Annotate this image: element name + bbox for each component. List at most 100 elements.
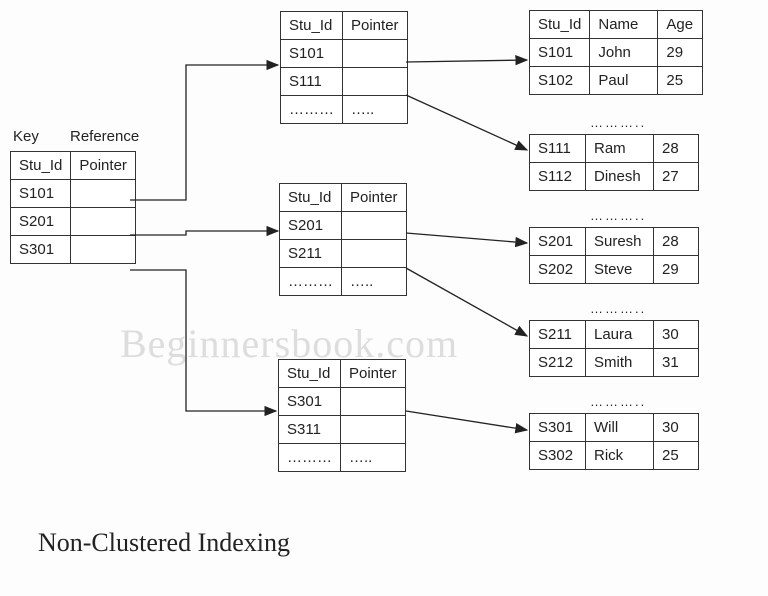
reference-header-label: Reference (70, 128, 139, 145)
cell-header-stuid: Stu_Id (11, 152, 71, 180)
separator-dots: ……….. (590, 301, 646, 316)
table-row: S311 (279, 416, 406, 444)
cell-age: 27 (654, 163, 699, 191)
table-row: S111Ram28 (530, 135, 699, 163)
cell-dots: ……… (279, 444, 341, 472)
cell-dots: ……… (281, 96, 343, 124)
cell-pointer (342, 212, 407, 240)
cell-stuid: S202 (530, 256, 586, 284)
data-table-4: S211Laura30 S212Smith31 (529, 320, 699, 377)
cell-name: Smith (586, 349, 654, 377)
data-table-1: Stu_IdNameAge S101John29 S102Paul25 (529, 10, 703, 95)
table-row: Stu_IdPointer (279, 360, 406, 388)
cell-header-age: Age (658, 11, 703, 39)
table-row: Stu_IdPointer (281, 12, 408, 40)
diagram-title: Non-Clustered Indexing (38, 528, 290, 558)
cell-stuid: S302 (530, 442, 586, 470)
cell-header-pointer: Pointer (71, 152, 136, 180)
cell-key: S301 (279, 388, 341, 416)
cell-header-stuid: Stu_Id (530, 11, 590, 39)
cell-pointer (71, 180, 136, 208)
cell-name: Ram (586, 135, 654, 163)
table-row: Stu_IdPointer (280, 184, 407, 212)
cell-stuid: S211 (530, 321, 586, 349)
table-row: S211Laura30 (530, 321, 699, 349)
cell-pointer (342, 240, 407, 268)
cell-name: Laura (586, 321, 654, 349)
cell-header-name: Name (590, 11, 658, 39)
cell-header-pointer: Pointer (342, 184, 407, 212)
table-row: S102Paul25 (530, 67, 703, 95)
cell-stuid: S301 (530, 414, 586, 442)
table-row: S201 (11, 208, 136, 236)
data-table-5: S301Will30 S302Rick25 (529, 413, 699, 470)
cell-key: S101 (11, 180, 71, 208)
table-row: S301 (11, 236, 136, 264)
cell-key: S201 (11, 208, 71, 236)
cell-age: 30 (654, 321, 699, 349)
cell-pointer (71, 236, 136, 264)
mid-index-table-3: Stu_IdPointer S301 S311 ………….. (278, 359, 406, 472)
separator-dots: ……….. (590, 208, 646, 223)
table-row: Stu_IdNameAge (530, 11, 703, 39)
cell-header-pointer: Pointer (343, 12, 408, 40)
table-row: S212Smith31 (530, 349, 699, 377)
table-row: ………….. (281, 96, 408, 124)
table-row: S101 (281, 40, 408, 68)
mid-index-table-1: Stu_IdPointer S101 S111 ………….. (280, 11, 408, 124)
cell-key: S301 (11, 236, 71, 264)
cell-dots: ….. (342, 268, 407, 296)
cell-dots: ……… (280, 268, 342, 296)
cell-header-stuid: Stu_Id (280, 184, 342, 212)
cell-pointer (341, 388, 406, 416)
cell-key: S201 (280, 212, 342, 240)
cell-key: S211 (280, 240, 342, 268)
cell-header-stuid: Stu_Id (279, 360, 341, 388)
table-row: ………….. (280, 268, 407, 296)
cell-stuid: S112 (530, 163, 586, 191)
cell-header-pointer: Pointer (341, 360, 406, 388)
cell-key: S101 (281, 40, 343, 68)
cell-age: 25 (658, 67, 703, 95)
cell-age: 29 (658, 39, 703, 67)
table-row: S111 (281, 68, 408, 96)
cell-pointer (343, 68, 408, 96)
key-header-label: Key (13, 128, 39, 145)
cell-dots: ….. (341, 444, 406, 472)
cell-age: 25 (654, 442, 699, 470)
separator-dots: ……….. (590, 115, 646, 130)
data-table-3: S201Suresh28 S202Steve29 (529, 227, 699, 284)
table-row: S112Dinesh27 (530, 163, 699, 191)
cell-age: 28 (654, 228, 699, 256)
cell-age: 29 (654, 256, 699, 284)
cell-name: John (590, 39, 658, 67)
table-row: ………….. (279, 444, 406, 472)
table-row: S302Rick25 (530, 442, 699, 470)
table-row: S101 (11, 180, 136, 208)
table-row: S201 (280, 212, 407, 240)
cell-pointer (71, 208, 136, 236)
table-row: S301 (279, 388, 406, 416)
primary-index-table: Stu_Id Pointer S101 S201 S301 (10, 151, 136, 264)
cell-age: 31 (654, 349, 699, 377)
cell-age: 30 (654, 414, 699, 442)
cell-name: Suresh (586, 228, 654, 256)
table-row: S301Will30 (530, 414, 699, 442)
cell-pointer (343, 40, 408, 68)
cell-key: S311 (279, 416, 341, 444)
table-row: S201Suresh28 (530, 228, 699, 256)
table-row: S202Steve29 (530, 256, 699, 284)
table-row: Stu_Id Pointer (11, 152, 136, 180)
cell-name: Will (586, 414, 654, 442)
cell-stuid: S212 (530, 349, 586, 377)
cell-key: S111 (281, 68, 343, 96)
cell-name: Dinesh (586, 163, 654, 191)
cell-pointer (341, 416, 406, 444)
cell-dots: ….. (343, 96, 408, 124)
table-row: S211 (280, 240, 407, 268)
table-row: S101John29 (530, 39, 703, 67)
cell-stuid: S201 (530, 228, 586, 256)
separator-dots: ……….. (590, 394, 646, 409)
cell-header-stuid: Stu_Id (281, 12, 343, 40)
cell-name: Rick (586, 442, 654, 470)
